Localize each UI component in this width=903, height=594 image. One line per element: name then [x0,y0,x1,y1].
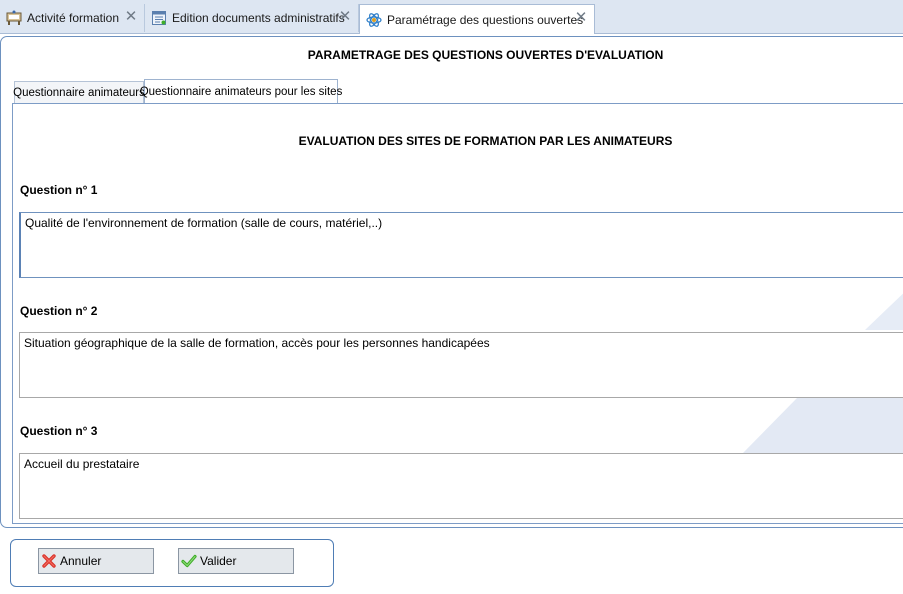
close-icon[interactable]: ✕ [338,9,352,24]
cancel-button[interactable]: Annuler [38,548,154,574]
section-title: EVALUATION DES SITES DE FORMATION PAR LE… [298,134,673,148]
doc-tab-label: Activité formation [27,11,120,25]
doc-tab-parametrage-questions[interactable]: Paramétrage des questions ouvertes ✕ [359,4,595,34]
check-icon [181,554,197,568]
doc-tab-activite-formation[interactable]: Activité formation ✕ [0,4,145,32]
doc-tab-edition-documents[interactable]: Edition documents administratifs ✕ [145,4,359,32]
page-title: PARAMETRAGE DES QUESTIONS OUVERTES D'EVA… [307,48,664,62]
question-1-input[interactable]: Qualité de l'environnement de formation … [19,212,903,278]
question-2-label: Question n° 2 [20,304,98,318]
validate-button-label: Valider [200,554,237,568]
validate-button[interactable]: Valider [178,548,294,574]
tab-questionnaire-animateurs[interactable]: Questionnaire animateurs [13,81,145,103]
doc-tab-label: Paramétrage des questions ouvertes [387,12,584,27]
question-2-input[interactable]: Situation géographique de la salle de fo… [19,332,903,398]
training-activity-icon [6,10,22,25]
question-1-label: Question n° 1 [20,183,98,197]
doc-tab-label: Edition documents administratifs [172,11,345,25]
document-edit-icon [152,11,166,25]
cancel-button-label: Annuler [60,554,102,568]
tab-questionnaire-animateurs-sites[interactable]: Questionnaire animateurs pour les sites [140,79,342,104]
question-3-label: Question n° 3 [20,424,98,438]
settings-atom-icon [366,12,382,27]
close-icon[interactable]: ✕ [124,9,138,24]
close-icon[interactable]: ✕ [574,10,588,25]
question-3-input[interactable]: Accueil du prestataire [19,453,903,519]
cancel-icon [42,554,56,568]
document-tab-strip: Activité formation ✕ Edition documents a… [0,0,903,34]
